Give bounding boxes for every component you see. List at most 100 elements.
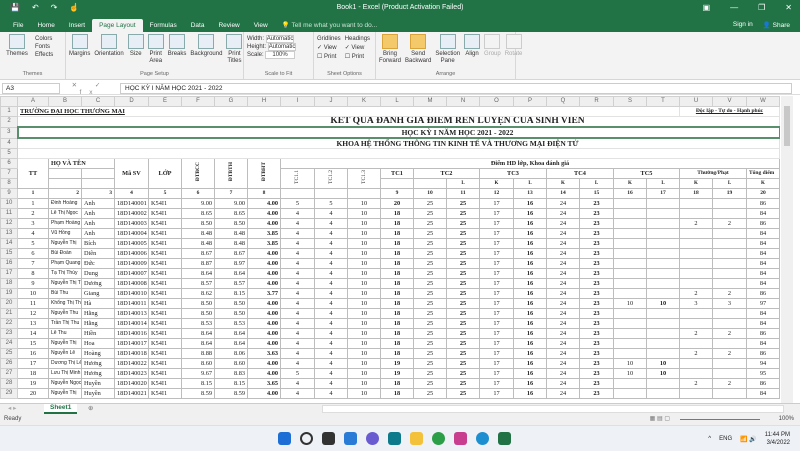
cell-v[interactable] xyxy=(712,258,747,269)
column-header-s[interactable]: S xyxy=(613,96,647,107)
cell-u[interactable] xyxy=(679,198,713,209)
cell-g[interactable]: 8.64 xyxy=(214,338,248,349)
cell-a[interactable]: 5 xyxy=(17,238,49,249)
cell[interactable] xyxy=(81,168,115,179)
cell-p[interactable]: 13 xyxy=(513,188,547,199)
header-lop[interactable]: LỚP xyxy=(148,158,182,189)
semester-title[interactable]: HỌC KỲ I NĂM HỌC 2021 - 2022 xyxy=(16,126,780,139)
cell-a[interactable]: 6 xyxy=(17,248,49,259)
height-select[interactable]: Automatic xyxy=(267,43,297,51)
cell-w[interactable]: 84 xyxy=(746,338,780,349)
cell-j[interactable]: 4 xyxy=(314,328,348,339)
cell-c[interactable]: Hương xyxy=(81,358,115,369)
cell-a[interactable]: 4 xyxy=(17,228,49,239)
cell-t[interactable] xyxy=(646,378,680,389)
header-masv[interactable]: Mã SV xyxy=(114,158,149,189)
cell-b[interactable]: Lưu Thị Minh xyxy=(48,368,82,379)
cell-h[interactable]: 3.85 xyxy=(247,228,281,239)
cell-g[interactable]: 8.64 xyxy=(214,268,248,279)
cell-o[interactable]: 17 xyxy=(479,298,514,309)
tab-file[interactable]: File xyxy=(6,19,30,32)
cell-u[interactable] xyxy=(679,358,713,369)
cell-p[interactable]: 16 xyxy=(513,308,547,319)
cell-q[interactable]: 24 xyxy=(546,198,580,209)
cell-w[interactable]: 84 xyxy=(746,278,780,289)
cell-o[interactable]: 17 xyxy=(479,328,514,339)
cell-k[interactable] xyxy=(347,188,381,199)
cell-o[interactable]: 17 xyxy=(479,388,514,399)
cell-d[interactable]: 18D140018 xyxy=(114,348,149,359)
clock[interactable]: 11:44 PM 3/4/2022 xyxy=(765,431,790,447)
cell-v[interactable] xyxy=(712,198,747,209)
cell-g[interactable]: 7 xyxy=(214,188,248,199)
cell-l[interactable]: 18 xyxy=(380,338,414,349)
cell-e[interactable]: K54I1 xyxy=(148,198,182,209)
cell-o[interactable]: 17 xyxy=(479,258,514,269)
cell-v[interactable] xyxy=(712,248,747,259)
cell-m[interactable]: 25 xyxy=(413,368,447,379)
cell-p[interactable]: 16 xyxy=(513,248,547,259)
cell-t[interactable] xyxy=(646,288,680,299)
cell-m[interactable]: 25 xyxy=(413,258,447,269)
cell-b[interactable]: Nguyễn Thị xyxy=(48,388,82,399)
cell-j[interactable]: 5 xyxy=(314,198,348,209)
cell-q[interactable]: 24 xyxy=(546,208,580,219)
header-dtbht[interactable]: ĐTBHT xyxy=(247,158,281,189)
tab-review[interactable]: Review xyxy=(211,19,246,32)
tab-data[interactable]: Data xyxy=(184,19,212,32)
cell-d[interactable]: 18D140006 xyxy=(114,248,149,259)
cell-w[interactable]: 84 xyxy=(746,388,780,399)
tray-overflow-icon[interactable]: ^ xyxy=(708,436,711,442)
header-lk[interactable]: L xyxy=(646,178,680,189)
cell-k[interactable]: 10 xyxy=(347,298,381,309)
cell-n[interactable]: 25 xyxy=(446,288,480,299)
cell-s[interactable] xyxy=(613,258,647,269)
cell-d[interactable]: 18D140016 xyxy=(114,328,149,339)
cell-h[interactable]: 4.00 xyxy=(247,218,281,229)
cell-v[interactable] xyxy=(712,358,747,369)
cell-w[interactable]: 84 xyxy=(746,268,780,279)
cell-o[interactable]: 17 xyxy=(479,208,514,219)
cell-t[interactable] xyxy=(646,328,680,339)
cell-o[interactable]: 17 xyxy=(479,338,514,349)
cell-e[interactable]: K54I1 xyxy=(148,308,182,319)
cell-v[interactable] xyxy=(712,318,747,329)
cell-l[interactable]: 18 xyxy=(380,348,414,359)
cell-o[interactable]: 17 xyxy=(479,318,514,329)
cell-c[interactable]: Hoa xyxy=(81,338,115,349)
cell-n[interactable]: 25 xyxy=(446,198,480,209)
cell-m[interactable]: 25 xyxy=(413,388,447,399)
cell-m[interactable]: 25 xyxy=(413,308,447,319)
cell-n[interactable]: 25 xyxy=(446,208,480,219)
cell-q[interactable]: 24 xyxy=(546,378,580,389)
header-tc1[interactable]: TC1 xyxy=(380,168,414,179)
header-lk[interactable]: K xyxy=(613,178,647,189)
header-lk[interactable]: L xyxy=(579,178,614,189)
cell-r[interactable]: 23 xyxy=(579,318,614,329)
scroll-thumb[interactable] xyxy=(784,106,790,146)
column-header-k[interactable]: K xyxy=(347,96,381,107)
cell-j[interactable]: 4 xyxy=(314,298,348,309)
row-header[interactable]: 1 xyxy=(0,106,18,117)
cell-j[interactable]: 4 xyxy=(314,318,348,329)
cell-h[interactable]: 3.77 xyxy=(247,288,281,299)
column-header-q[interactable]: Q xyxy=(546,96,580,107)
cell-l[interactable]: 18 xyxy=(380,308,414,319)
cell-s[interactable] xyxy=(613,308,647,319)
cell-w[interactable]: 84 xyxy=(746,208,780,219)
cell-r[interactable]: 23 xyxy=(579,258,614,269)
cell-t[interactable] xyxy=(646,338,680,349)
cell-j[interactable]: 4 xyxy=(314,218,348,229)
cell-e[interactable]: K54I1 xyxy=(148,298,182,309)
cell-o[interactable]: 17 xyxy=(479,288,514,299)
cell-g[interactable]: 8.57 xyxy=(214,278,248,289)
row-header[interactable]: 29 xyxy=(0,388,18,399)
cell-o[interactable]: 17 xyxy=(479,228,514,239)
cell-h[interactable]: 3.65 xyxy=(247,378,281,389)
cell-h[interactable]: 4.00 xyxy=(247,268,281,279)
column-header-c[interactable]: C xyxy=(81,96,115,107)
cell-v[interactable]: 3 xyxy=(712,298,747,309)
sheet-nav-arrows[interactable]: ◂ ▸ xyxy=(8,404,16,412)
cell-p[interactable]: 16 xyxy=(513,318,547,329)
cell-s[interactable] xyxy=(613,218,647,229)
